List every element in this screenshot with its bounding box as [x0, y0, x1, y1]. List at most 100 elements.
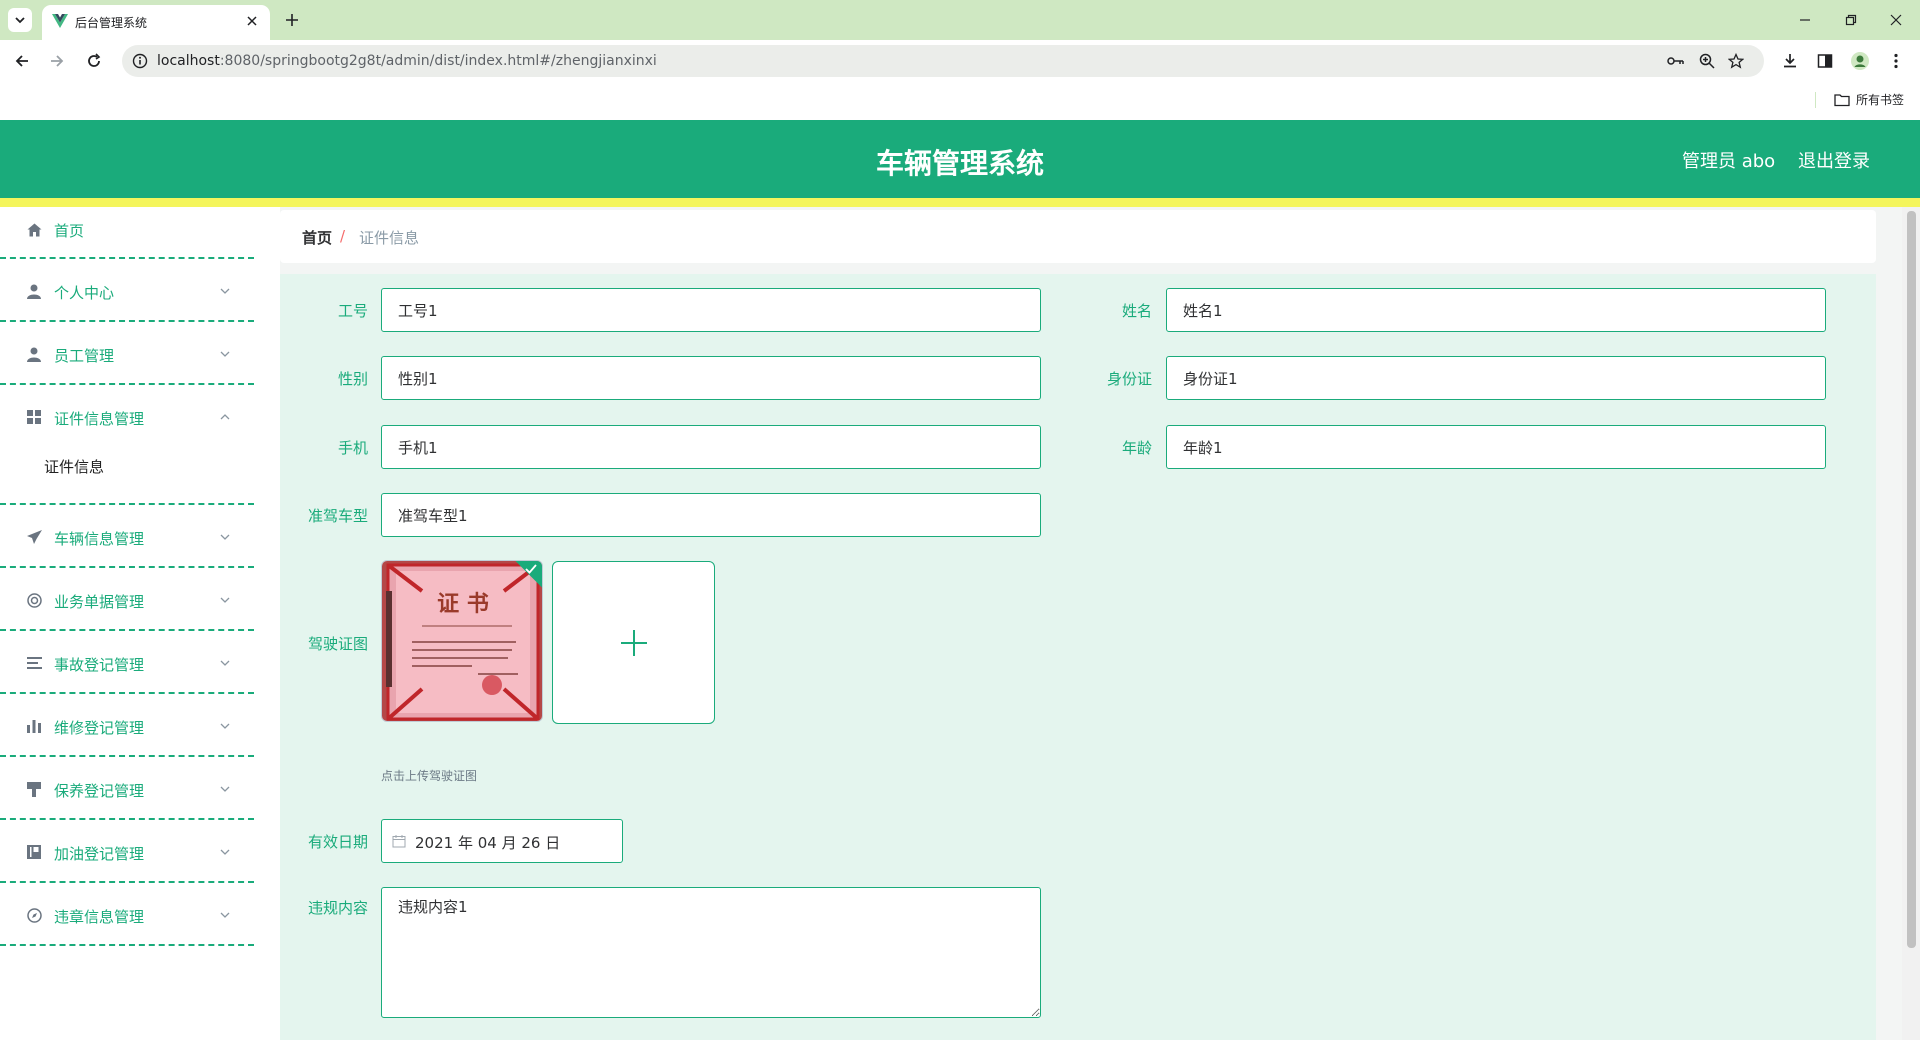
chevron-up-icon [219, 411, 231, 423]
sidebar-item-label: 员工管理 [54, 347, 115, 365]
home-icon [26, 222, 42, 238]
shenfenzheng-input[interactable] [1166, 356, 1826, 400]
scrollbar-thumb[interactable] [1907, 211, 1916, 948]
sidebar-item-violation-info[interactable]: 违章信息管理 [0, 883, 254, 946]
bar-chart-icon [26, 718, 42, 734]
chevron-down-icon [219, 846, 231, 858]
chevron-down-icon [219, 720, 231, 732]
profile-button[interactable] [1848, 49, 1872, 73]
sidebar-item-employee-management[interactable]: 员工管理 [0, 322, 254, 385]
xingbie-input[interactable] [381, 356, 1041, 400]
restore-icon [1845, 14, 1857, 26]
lifebuoy-icon [26, 592, 42, 608]
gonghao-input[interactable] [381, 288, 1041, 332]
all-bookmarks-label: 所有书签 [1856, 93, 1905, 107]
page-scrollbar[interactable] [1902, 207, 1920, 1040]
xingming-input[interactable] [1166, 288, 1826, 332]
book-icon [26, 844, 42, 860]
sidebar-item-repair-registration[interactable]: 维修登记管理 [0, 694, 254, 757]
sidebar-item-vehicle-management[interactable]: 车辆信息管理 [0, 505, 254, 568]
minimize-button[interactable] [1793, 8, 1817, 32]
sidebar-item-maintenance-registration[interactable]: 保养登记管理 [0, 757, 254, 820]
paper-plane-icon [26, 529, 42, 545]
compass-icon [26, 907, 42, 923]
youxiaoriqi-date-picker[interactable]: 2021 年 04 月 26 日 [381, 819, 623, 863]
reload-icon [88, 53, 101, 67]
date-value: 2021 年 04 月 26 日 [415, 834, 561, 852]
arrow-right-icon [51, 55, 64, 67]
restore-button[interactable] [1839, 8, 1863, 32]
sidebar-item-business-documents[interactable]: 业务单据管理 [0, 568, 254, 631]
chevron-down-icon [219, 594, 231, 606]
url-text[interactable]: localhost:8080/springbootg2g8t/admin/dis… [157, 53, 657, 69]
chevron-down-icon [15, 17, 25, 24]
download-icon [1784, 54, 1796, 68]
back-button[interactable] [10, 49, 34, 73]
chevron-down-icon [219, 285, 231, 297]
nianling-input[interactable] [1166, 425, 1826, 469]
sidebar-item-label: 加油登记管理 [54, 845, 145, 863]
sidebar-item-label: 首页 [54, 222, 85, 240]
breadcrumb-home-link[interactable]: 首页 [302, 227, 332, 248]
sidebar-item-personal-center[interactable]: 个人中心 [0, 259, 254, 322]
all-bookmarks-button[interactable]: 所有书签 [1834, 91, 1904, 108]
address-bar[interactable]: localhost:8080/springbootg2g8t/admin/dis… [122, 45, 1764, 77]
downloads-button[interactable] [1778, 49, 1802, 73]
chevron-down-icon [219, 531, 231, 543]
app-title: 车辆管理系统 [875, 147, 1044, 180]
sidebar-item-refuel-registration[interactable]: 加油登记管理 [0, 820, 254, 883]
uploaded-license-thumbnail[interactable]: 证 书 [381, 560, 543, 722]
minimize-icon [1800, 19, 1810, 21]
new-tab-button[interactable] [280, 8, 304, 32]
certificate-title: 证 书 [437, 591, 489, 617]
chevron-down-icon [219, 348, 231, 360]
folder-icon [1834, 93, 1850, 106]
weiguineirong-textarea[interactable]: 违规内容1 [381, 887, 1041, 1018]
sidebar-item-label: 违章信息管理 [54, 908, 145, 926]
chevron-down-icon [219, 909, 231, 921]
breadcrumb-current: 证件信息 [359, 229, 420, 247]
breadcrumb-separator: / [340, 227, 346, 245]
vue-logo-icon [52, 14, 68, 28]
forward-button[interactable] [45, 49, 69, 73]
side-panel-button[interactable] [1813, 49, 1837, 73]
site-info-icon[interactable] [132, 53, 148, 69]
label-zhunjiachexing: 准驾车型 [307, 507, 368, 525]
sidebar-gap [254, 207, 280, 1040]
tab-search-button[interactable] [8, 8, 32, 32]
sidebar-item-label: 保养登记管理 [54, 782, 145, 800]
label-gonghao: 工号 [337, 302, 368, 320]
tab-close-button[interactable] [242, 11, 262, 31]
sidebar-item-home[interactable]: 首页 [0, 207, 254, 259]
browser-tab-active[interactable]: 后台管理系统 [42, 5, 270, 40]
side-panel-icon [1817, 54, 1833, 68]
header-accent-strip [0, 198, 1920, 207]
upload-tip: 点击上传驾驶证图 [381, 769, 478, 783]
password-key-icon[interactable] [1666, 51, 1686, 71]
zhunjiachexing-input[interactable] [381, 493, 1041, 537]
reload-button[interactable] [82, 49, 106, 73]
bookmark-star-icon[interactable] [1726, 51, 1746, 71]
upload-add-button[interactable] [552, 561, 715, 724]
sidebar-subitem-certificate-info[interactable]: 证件信息 [44, 456, 104, 477]
label-xingming: 姓名 [1121, 302, 1152, 320]
tab-title: 后台管理系统 [75, 16, 148, 30]
submenu-certificate: 证件信息 [0, 447, 254, 505]
close-window-button[interactable] [1884, 8, 1908, 32]
logout-button[interactable]: 退出登录 [1798, 147, 1870, 173]
breadcrumb: 首页 / 证件信息 [280, 210, 1876, 263]
browser-menu-button[interactable] [1884, 49, 1908, 73]
sidebar-item-label: 个人中心 [54, 284, 115, 302]
shouji-input[interactable] [381, 425, 1041, 469]
label-jiashizhengtu: 驾驶证图 [307, 635, 368, 653]
label-nianling: 年龄 [1121, 439, 1152, 457]
sidebar-item-label: 维修登记管理 [54, 719, 145, 737]
sidebar-item-certificate-management[interactable]: 证件信息管理 [0, 385, 254, 447]
zoom-icon[interactable] [1697, 51, 1717, 71]
more-vert-icon [1894, 53, 1898, 69]
bookmarks-divider [1815, 92, 1816, 108]
chevron-down-icon [219, 783, 231, 795]
sidebar-item-accident-registration[interactable]: 事故登记管理 [0, 631, 254, 694]
sidebar-item-label: 证件信息管理 [54, 410, 145, 428]
label-shenfenzheng: 身份证 [1106, 370, 1152, 388]
